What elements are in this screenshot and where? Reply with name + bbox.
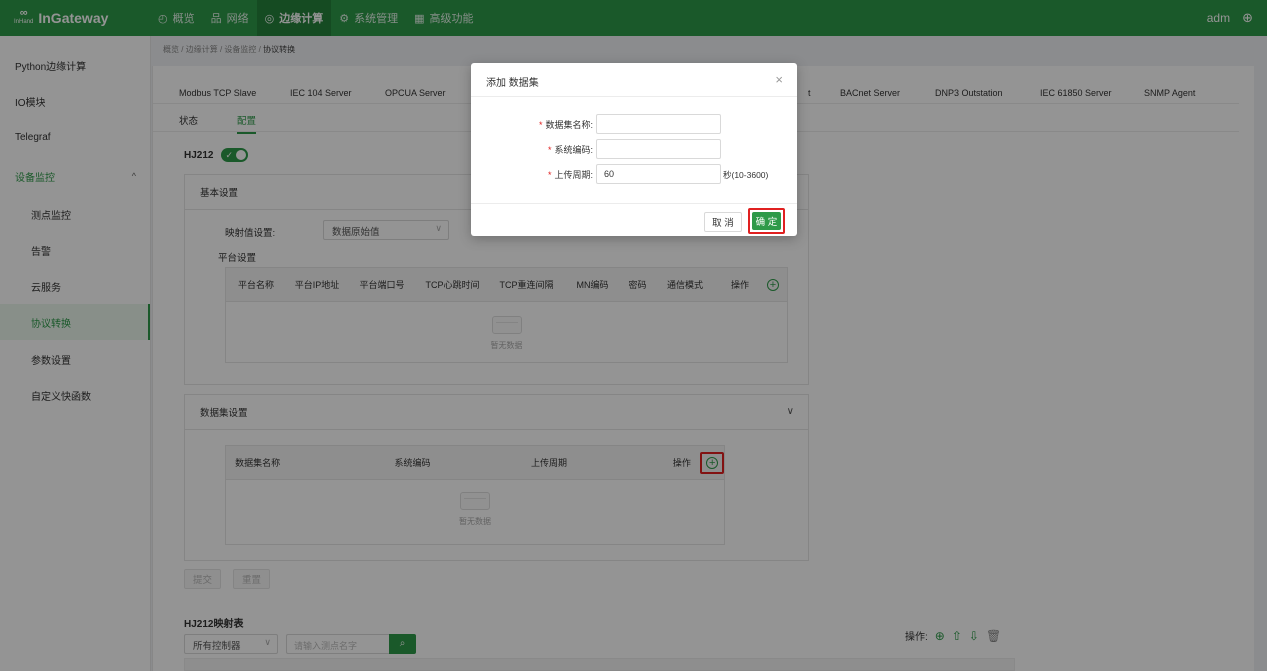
dataset-name-input[interactable]	[596, 114, 721, 134]
label-text: 上传周期:	[554, 170, 593, 180]
system-code-label: * 系统编码:	[548, 143, 593, 156]
dataset-name-row: * 数据集名称:	[471, 114, 797, 134]
confirm-button[interactable]: 确 定	[752, 212, 781, 230]
dataset-name-label: * 数据集名称:	[539, 118, 593, 131]
dialog-title: 添加 数据集	[486, 78, 539, 89]
close-icon[interactable]: ×	[775, 72, 783, 87]
upload-period-row: * 上传周期: 60 秒(10-3600)	[471, 164, 797, 184]
required-mark: *	[538, 120, 543, 130]
dialog-footer: 取 消 确 定	[471, 203, 797, 236]
required-mark: *	[547, 170, 552, 180]
system-code-input[interactable]	[596, 139, 721, 159]
upload-period-label: * 上传周期:	[548, 168, 593, 181]
upload-period-unit: 秒(10-3600)	[723, 170, 769, 180]
label-text: 数据集名称:	[545, 120, 593, 130]
dialog-header: 添加 数据集 ×	[471, 63, 797, 97]
cancel-button[interactable]: 取 消	[704, 212, 742, 232]
system-code-row: * 系统编码:	[471, 139, 797, 159]
confirm-button-highlight: 确 定	[748, 208, 785, 234]
add-dataset-dialog: 添加 数据集 × * 数据集名称: * 系统编码: * 上传周期: 60 秒(10-3…	[471, 63, 797, 236]
upload-period-input[interactable]: 60	[596, 164, 721, 184]
required-mark: *	[547, 145, 552, 155]
label-text: 系统编码:	[554, 145, 593, 155]
